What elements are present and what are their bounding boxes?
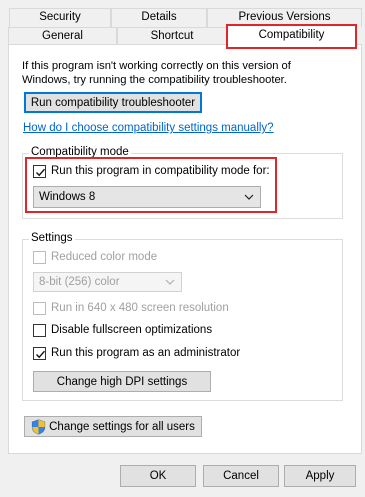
checkmark-icon: [36, 350, 46, 358]
manual-settings-link[interactable]: How do I choose compatibility settings m…: [23, 122, 274, 134]
tab-compatibility[interactable]: Compatibility: [227, 25, 356, 46]
tab-shortcut[interactable]: Shortcut: [117, 27, 227, 45]
disable-fullscreen-row[interactable]: Disable fullscreen optimizations: [33, 322, 212, 338]
cancel-button[interactable]: Cancel: [203, 465, 279, 487]
color-depth-value: 8-bit (256) color: [39, 276, 120, 288]
intro-text: If this program isn't working correctly …: [22, 60, 291, 86]
compat-mode-checkbox[interactable]: [33, 164, 46, 178]
checkmark-icon: [36, 168, 46, 176]
run-as-admin-checkbox[interactable]: [33, 346, 46, 360]
reduced-color-label: Reduced color mode: [51, 251, 158, 263]
run-as-admin-row[interactable]: Run this program as an administrator: [33, 345, 240, 361]
compat-mode-checkbox-label: Run this program in compatibility mode f…: [51, 165, 270, 177]
reduced-color-row[interactable]: Reduced color mode: [33, 249, 157, 265]
compat-os-select-value: Windows 8: [39, 191, 96, 203]
change-all-users-button[interactable]: Change settings for all users: [24, 416, 202, 437]
chevron-down-icon: [244, 194, 254, 200]
apply-button[interactable]: Apply: [284, 465, 356, 487]
color-depth-select[interactable]: 8-bit (256) color: [33, 272, 182, 292]
compat-mode-checkbox-row[interactable]: Run this program in compatibility mode f…: [33, 163, 270, 179]
run-640-label: Run in 640 x 480 screen resolution: [51, 302, 229, 314]
settings-label: Settings: [29, 232, 75, 244]
run-as-admin-label: Run this program as an administrator: [51, 347, 241, 359]
compatibility-mode-label: Compatibility mode: [29, 146, 131, 158]
tab-security[interactable]: Security: [9, 8, 111, 27]
reduced-color-checkbox[interactable]: [33, 250, 46, 264]
disable-fullscreen-label: Disable fullscreen optimizations: [51, 324, 213, 336]
tab-general[interactable]: General: [8, 27, 117, 45]
change-all-users-label: Change settings for all users: [49, 420, 195, 433]
run-640-checkbox[interactable]: [33, 301, 46, 315]
chevron-down-icon: [165, 279, 175, 285]
ok-button[interactable]: OK: [120, 465, 196, 487]
run-troubleshooter-button[interactable]: Run compatibility troubleshooter: [24, 92, 202, 113]
tab-details[interactable]: Details: [111, 8, 207, 27]
disable-fullscreen-checkbox[interactable]: [33, 323, 46, 337]
change-dpi-button[interactable]: Change high DPI settings: [33, 371, 211, 392]
uac-shield-icon: [32, 418, 46, 435]
run-640-row[interactable]: Run in 640 x 480 screen resolution: [33, 300, 229, 316]
compat-os-select[interactable]: Windows 8: [33, 186, 261, 208]
